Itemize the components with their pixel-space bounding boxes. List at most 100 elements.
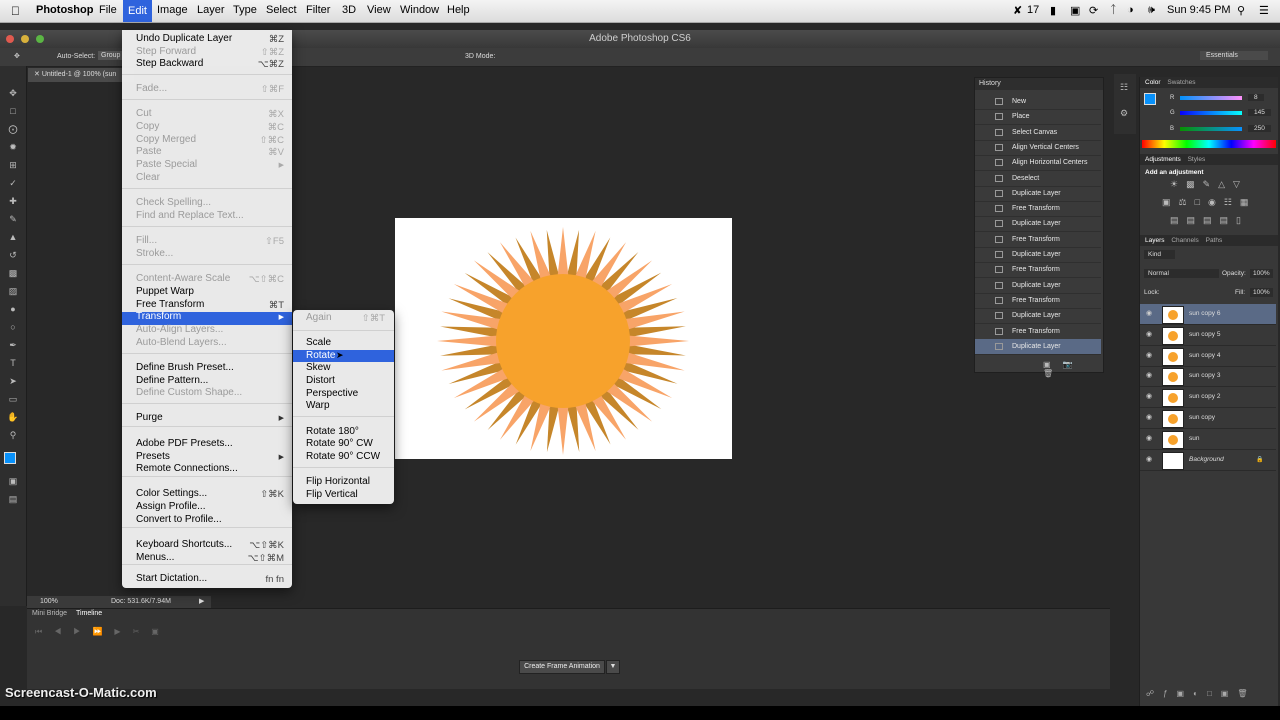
- foreground-color-swatch[interactable]: [4, 452, 16, 464]
- edit-menu-item[interactable]: Step Backward: [136, 58, 203, 69]
- history-item[interactable]: Free Transform: [975, 262, 1101, 279]
- menu-layer[interactable]: Layer: [197, 4, 225, 16]
- fill-value[interactable]: 100%: [1250, 288, 1273, 297]
- tab-channels[interactable]: Channels: [1171, 237, 1198, 244]
- pen-tool-icon[interactable]: ✒: [7, 340, 19, 351]
- layer-filter-kind[interactable]: Kind: [1144, 250, 1176, 259]
- transform-submenu-item[interactable]: Flip Horizontal: [306, 476, 370, 487]
- layer-row[interactable]: ◉ sun copy 4: [1140, 346, 1276, 367]
- stamp-tool-icon[interactable]: ▲: [7, 232, 19, 243]
- history-actions[interactable]: ▣📷🗑: [1043, 360, 1103, 378]
- g-value[interactable]: 145: [1248, 109, 1271, 116]
- edit-menu-item[interactable]: Define Brush Preset...: [136, 362, 234, 373]
- history-item[interactable]: Duplicate Layer: [975, 338, 1101, 355]
- move-tool-icon[interactable]: ✥: [14, 52, 20, 60]
- history-title[interactable]: History: [979, 80, 1001, 87]
- display-icon[interactable]: ▣: [1070, 4, 1080, 17]
- zoom-level[interactable]: 100%: [40, 596, 58, 608]
- menu-type[interactable]: Type: [233, 4, 257, 16]
- transform-submenu-item[interactable]: Rotate 90° CCW: [306, 451, 380, 462]
- opacity-value[interactable]: 100%: [1250, 269, 1273, 278]
- edit-menu-item[interactable]: Undo Duplicate Layer: [136, 33, 232, 44]
- document-canvas[interactable]: [395, 218, 732, 459]
- edit-menu-item[interactable]: Copy Merged: [136, 134, 196, 145]
- edit-menu-item[interactable]: Content-Aware Scale: [136, 273, 230, 284]
- transform-submenu-item[interactable]: Perspective: [306, 388, 358, 399]
- edit-menu-item[interactable]: Adobe PDF Presets...: [136, 438, 233, 449]
- type-tool-icon[interactable]: T: [7, 358, 19, 369]
- layer-row[interactable]: ◉ sun copy 6: [1140, 304, 1276, 325]
- menu-3d[interactable]: 3D: [342, 4, 356, 16]
- eyedropper-tool-icon[interactable]: ✓: [7, 178, 19, 189]
- edit-menu-item[interactable]: Check Spelling...: [136, 197, 211, 208]
- history-item[interactable]: Free Transform: [975, 293, 1101, 309]
- layer-row[interactable]: ◉ Background 🔒: [1140, 450, 1276, 471]
- transform-submenu-item[interactable]: Rotate 90° CW: [306, 438, 373, 449]
- edit-menu-item[interactable]: Fade...: [136, 83, 167, 94]
- list-icon[interactable]: ☰: [1259, 4, 1269, 17]
- visibility-eye-icon[interactable]: ◉: [1146, 325, 1152, 345]
- tab-swatches[interactable]: Swatches: [1167, 79, 1195, 86]
- history-item[interactable]: Duplicate Layer: [975, 186, 1101, 202]
- move-tool-icon[interactable]: ✥: [7, 88, 19, 99]
- b-slider[interactable]: [1180, 127, 1242, 131]
- crop-tool-icon[interactable]: ⊞: [7, 160, 19, 171]
- dodge-tool-icon[interactable]: ○: [7, 322, 19, 333]
- blur-tool-icon[interactable]: ●: [7, 304, 19, 315]
- menu-view[interactable]: View: [367, 4, 391, 16]
- tab-adjustments[interactable]: Adjustments: [1145, 156, 1181, 163]
- time-machine-icon[interactable]: ⟳: [1089, 4, 1098, 17]
- edit-menu-item[interactable]: Remote Connections...: [136, 463, 238, 474]
- tab-mini-bridge[interactable]: Mini Bridge: [32, 610, 67, 617]
- edit-menu-item[interactable]: Auto-Blend Layers...: [136, 337, 227, 348]
- menu-edit[interactable]: Edit: [123, 0, 152, 22]
- b-value[interactable]: 250: [1248, 125, 1271, 132]
- zoom-window-icon[interactable]: [36, 35, 44, 43]
- tab-timeline[interactable]: Timeline: [76, 610, 102, 617]
- blend-mode-select[interactable]: Normal: [1144, 269, 1219, 278]
- bluetooth-icon[interactable]: ᛏ: [1110, 4, 1117, 16]
- edit-menu-item[interactable]: Find and Replace Text...: [136, 210, 244, 221]
- create-frame-animation-button[interactable]: Create Frame Animation: [519, 660, 605, 674]
- healing-tool-icon[interactable]: ✚: [7, 196, 19, 207]
- r-slider[interactable]: [1180, 96, 1242, 100]
- history-item[interactable]: Select Canvas: [975, 125, 1101, 141]
- lasso-tool-icon[interactable]: ⨀: [7, 124, 19, 135]
- menu-window[interactable]: Window: [400, 4, 439, 16]
- transform-submenu-item[interactable]: Rotate 180°: [306, 426, 359, 437]
- visibility-eye-icon[interactable]: ◉: [1146, 304, 1152, 324]
- layer-row[interactable]: ◉ sun copy: [1140, 408, 1276, 429]
- edit-menu-item[interactable]: Start Dictation...: [136, 573, 207, 584]
- visibility-eye-icon[interactable]: ◉: [1146, 387, 1152, 407]
- layer-row[interactable]: ◉ sun: [1140, 429, 1276, 450]
- edit-menu-item[interactable]: Presets: [136, 451, 170, 462]
- history-item[interactable]: Duplicate Layer: [975, 247, 1101, 263]
- history-brush-tool-icon[interactable]: ↺: [7, 250, 19, 261]
- history-item[interactable]: Align Horizontal Centers: [975, 155, 1101, 172]
- layer-row[interactable]: ◉ sun copy 3: [1140, 366, 1276, 388]
- edit-menu-item[interactable]: Cut: [136, 108, 152, 119]
- visibility-eye-icon[interactable]: ◉: [1146, 450, 1152, 470]
- history-panel-icon[interactable]: ☷: [1120, 82, 1128, 93]
- edit-menu-item[interactable]: Keyboard Shortcuts...: [136, 539, 232, 550]
- edit-menu-item[interactable]: Menus...: [136, 552, 174, 563]
- layer-actions[interactable]: ☍ƒ▣◐□▣🗑: [1146, 689, 1257, 698]
- menu-photoshop[interactable]: Photoshop: [36, 4, 93, 16]
- tab-layers[interactable]: Layers: [1145, 237, 1165, 244]
- tab-styles[interactable]: Styles: [1188, 156, 1206, 163]
- history-item[interactable]: Duplicate Layer: [975, 308, 1101, 325]
- adjustment-icons-row-3[interactable]: ▤▤▤▤▯: [1170, 215, 1249, 226]
- history-item[interactable]: New: [975, 94, 1101, 110]
- edit-menu-item[interactable]: Paste: [136, 146, 162, 157]
- gradient-tool-icon[interactable]: ▨: [7, 286, 19, 297]
- edit-menu-item[interactable]: Purge: [136, 412, 163, 423]
- edit-menu-item[interactable]: Fill...: [136, 235, 157, 246]
- menu-image[interactable]: Image: [157, 4, 188, 16]
- menu-select[interactable]: Select: [266, 4, 297, 16]
- history-item[interactable]: Duplicate Layer: [975, 216, 1101, 233]
- layer-row[interactable]: ◉ sun copy 2: [1140, 387, 1276, 409]
- search-icon[interactable]: ⚲: [1237, 4, 1245, 17]
- edit-menu-item[interactable]: Step Forward: [136, 46, 196, 57]
- edit-menu-item[interactable]: Define Custom Shape...: [136, 387, 242, 398]
- edit-menu-item[interactable]: Free Transform: [136, 299, 204, 310]
